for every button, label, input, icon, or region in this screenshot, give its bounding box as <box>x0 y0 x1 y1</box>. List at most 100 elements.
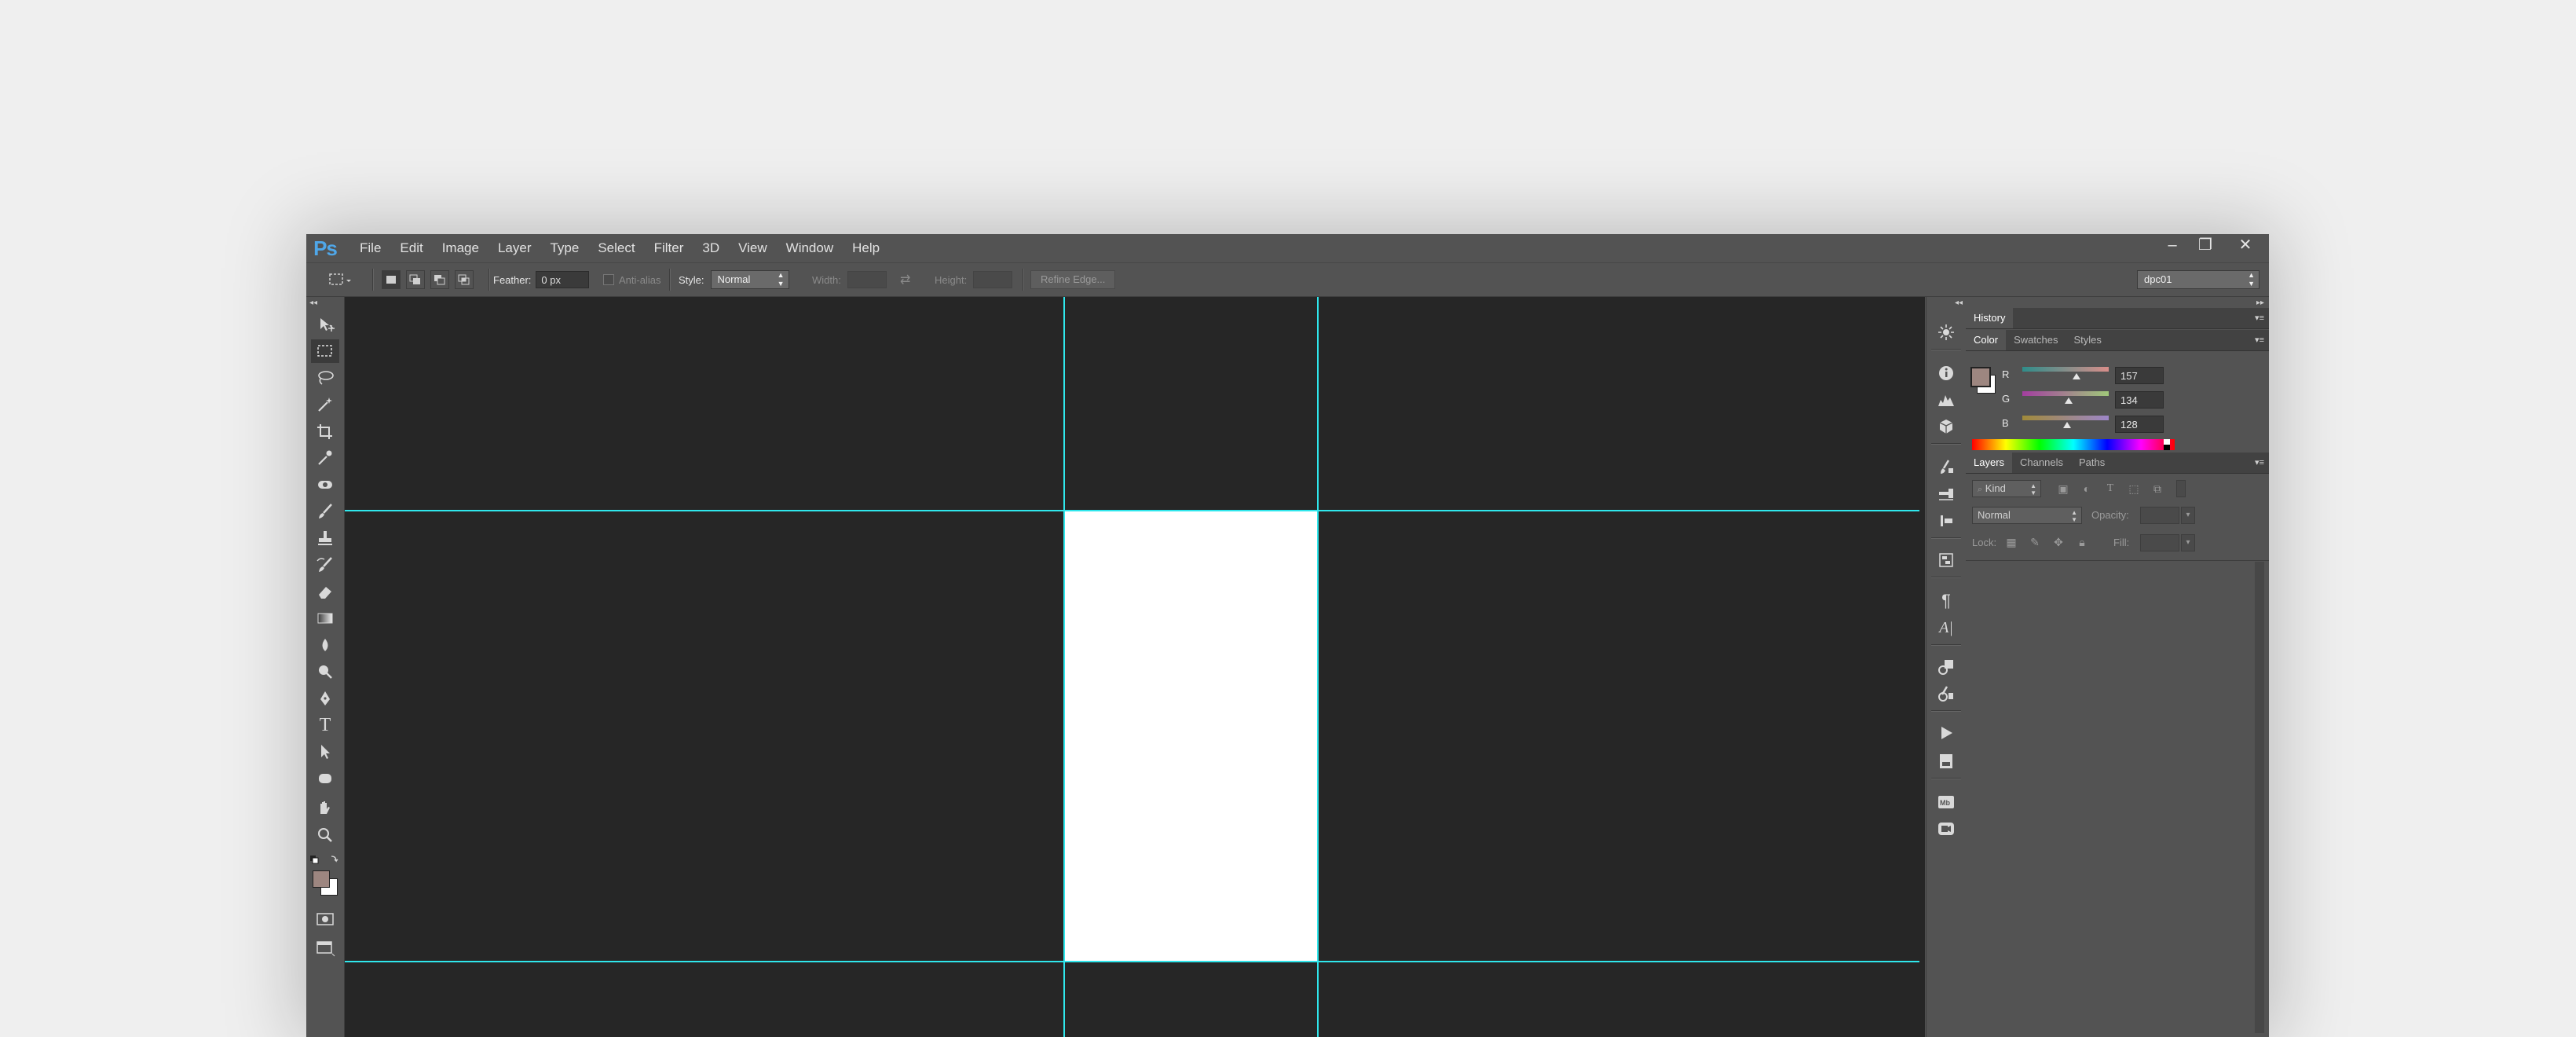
3d-cube-icon[interactable] <box>1934 415 1958 438</box>
height-input[interactable] <box>973 271 1013 288</box>
style-select[interactable]: Normal ▲ ▼ <box>710 270 789 289</box>
brush-presets-icon[interactable] <box>1934 456 1958 479</box>
horizontal-guide[interactable] <box>345 510 1919 511</box>
blend-mode-select[interactable]: Normal ▲ ▼ <box>1972 507 2082 524</box>
character-styles-icon[interactable] <box>1934 655 1958 679</box>
horizontal-guide[interactable] <box>345 961 1919 962</box>
type-tool-icon[interactable]: T <box>311 713 339 737</box>
type-layer-filter-icon[interactable]: T <box>2104 482 2117 495</box>
adjustments-icon[interactable] <box>1934 548 1958 572</box>
refine-edge-button[interactable]: Refine Edge... <box>1030 270 1116 289</box>
channel-r-thumb[interactable] <box>2073 373 2080 379</box>
menu-edit[interactable]: Edit <box>390 234 432 262</box>
color-spectrum-ramp[interactable] <box>1972 439 2175 450</box>
histogram-icon[interactable] <box>1934 388 1958 412</box>
panel-menu-icon[interactable]: ▾≡ <box>2255 330 2264 350</box>
paragraph-styles-icon[interactable] <box>1934 682 1958 705</box>
feather-input[interactable]: 0 px <box>536 271 590 288</box>
restore-button[interactable]: ❐ <box>2189 234 2222 256</box>
panel-menu-icon[interactable]: ▾≡ <box>2255 308 2264 328</box>
new-selection-icon[interactable] <box>382 270 401 289</box>
fill-input[interactable] <box>2140 534 2179 551</box>
lasso-tool-icon[interactable] <box>311 366 339 390</box>
tool-preset-picker[interactable] <box>328 263 352 296</box>
tab-layers[interactable]: Layers <box>1966 453 2013 473</box>
menu-file[interactable]: File <box>350 234 390 262</box>
blur-tool-icon[interactable] <box>311 633 339 657</box>
menu-image[interactable]: Image <box>433 234 488 262</box>
layer-filter-select[interactable]: ⌕ Kind ▲ ▼ <box>1972 480 2041 497</box>
color-foreground-swatch[interactable] <box>1970 367 1991 387</box>
character-icon[interactable]: A| <box>1934 616 1958 639</box>
clone-source-icon[interactable] <box>1934 509 1958 533</box>
smart-object-filter-icon[interactable]: ⧉ <box>2151 482 2164 495</box>
close-button[interactable]: ✕ <box>2222 234 2269 256</box>
pixel-layer-filter-icon[interactable]: ▣ <box>2057 482 2069 495</box>
lock-transparent-pixels-icon[interactable]: ▦ <box>2005 536 2018 548</box>
fill-dropdown-icon[interactable]: ▾ <box>2181 534 2195 551</box>
zoom-tool-icon[interactable] <box>311 823 339 847</box>
vertical-guide[interactable] <box>1317 297 1319 1037</box>
filter-toggle[interactable] <box>2176 480 2186 497</box>
layers-scrollbar[interactable] <box>2255 562 2264 1033</box>
lock-position-icon[interactable]: ✥ <box>2052 536 2065 548</box>
menu-view[interactable]: View <box>729 234 777 262</box>
crop-tool-icon[interactable] <box>311 420 339 443</box>
menu-help[interactable]: Help <box>843 234 889 262</box>
move-tool-icon[interactable] <box>311 313 339 336</box>
rectangular-marquee-tool-icon[interactable] <box>311 339 339 363</box>
media-icon[interactable] <box>1934 817 1958 841</box>
color-swatches[interactable] <box>311 869 339 897</box>
menu-type[interactable]: Type <box>540 234 588 262</box>
lock-image-pixels-icon[interactable]: ✎ <box>2029 536 2041 548</box>
opacity-input[interactable] <box>2140 507 2179 524</box>
vertical-guide[interactable] <box>1063 297 1065 1037</box>
opacity-dropdown-icon[interactable]: ▾ <box>2181 507 2195 524</box>
collapse-arrows-icon[interactable]: ▸▸ <box>2256 299 2264 307</box>
adjustment-layer-filter-icon[interactable]: ◐ <box>2080 482 2093 495</box>
swap-dimensions-icon[interactable]: ⇄ <box>900 263 910 296</box>
channel-b-value[interactable]: 128 <box>2115 416 2164 433</box>
eraser-tool-icon[interactable] <box>311 580 339 603</box>
path-selection-tool-icon[interactable] <box>311 740 339 764</box>
actions-play-icon[interactable] <box>1934 721 1958 745</box>
shape-layer-filter-icon[interactable]: ⬚ <box>2128 482 2140 495</box>
menu-select[interactable]: Select <box>588 234 644 262</box>
channel-g-thumb[interactable] <box>2065 398 2073 404</box>
eyedropper-tool-icon[interactable] <box>311 446 339 470</box>
lock-all-icon[interactable]: 🔒︎ <box>2076 536 2088 548</box>
brightness-icon[interactable] <box>1934 321 1958 344</box>
minimize-button[interactable]: – <box>2156 234 2189 256</box>
notes-icon[interactable] <box>1934 749 1958 773</box>
spot-healing-brush-tool-icon[interactable] <box>311 473 339 497</box>
channel-r-value[interactable]: 157 <box>2115 367 2164 384</box>
pen-tool-icon[interactable] <box>311 687 339 710</box>
clone-stamp-tool-icon[interactable] <box>311 526 339 550</box>
tab-history[interactable]: History <box>1966 308 2014 328</box>
magic-wand-tool-icon[interactable] <box>311 393 339 416</box>
tab-styles[interactable]: Styles <box>2066 330 2109 350</box>
info-icon[interactable] <box>1934 361 1958 385</box>
mini-bridge-icon[interactable]: Mb <box>1934 790 1958 814</box>
hand-tool-icon[interactable] <box>311 797 339 820</box>
screen-mode-icon[interactable] <box>316 940 336 961</box>
collapse-arrows-icon[interactable]: ◂◂ <box>1955 299 1963 308</box>
add-to-selection-icon[interactable] <box>406 270 425 289</box>
rectangle-tool-icon[interactable] <box>311 767 339 790</box>
dodge-tool-icon[interactable] <box>311 660 339 683</box>
channel-g-slider[interactable] <box>2022 391 2109 396</box>
channel-b-thumb[interactable] <box>2063 422 2071 428</box>
anti-alias-checkbox[interactable] <box>603 274 614 285</box>
menu-3d[interactable]: 3D <box>693 234 729 262</box>
menu-layer[interactable]: Layer <box>488 234 541 262</box>
intersect-selection-icon[interactable] <box>455 270 474 289</box>
spectrum-white-swatch[interactable] <box>2164 439 2170 445</box>
channel-g-value[interactable]: 134 <box>2115 391 2164 409</box>
collapse-arrows-icon[interactable]: ◂◂ <box>309 299 317 308</box>
quick-mask-icon[interactable] <box>316 911 335 931</box>
document-canvas[interactable] <box>345 297 1925 1037</box>
paragraph-icon[interactable]: ¶ <box>1934 589 1958 613</box>
panel-menu-icon[interactable]: ▾≡ <box>2255 453 2264 473</box>
subtract-from-selection-icon[interactable] <box>430 270 449 289</box>
history-brush-tool-icon[interactable] <box>311 553 339 577</box>
